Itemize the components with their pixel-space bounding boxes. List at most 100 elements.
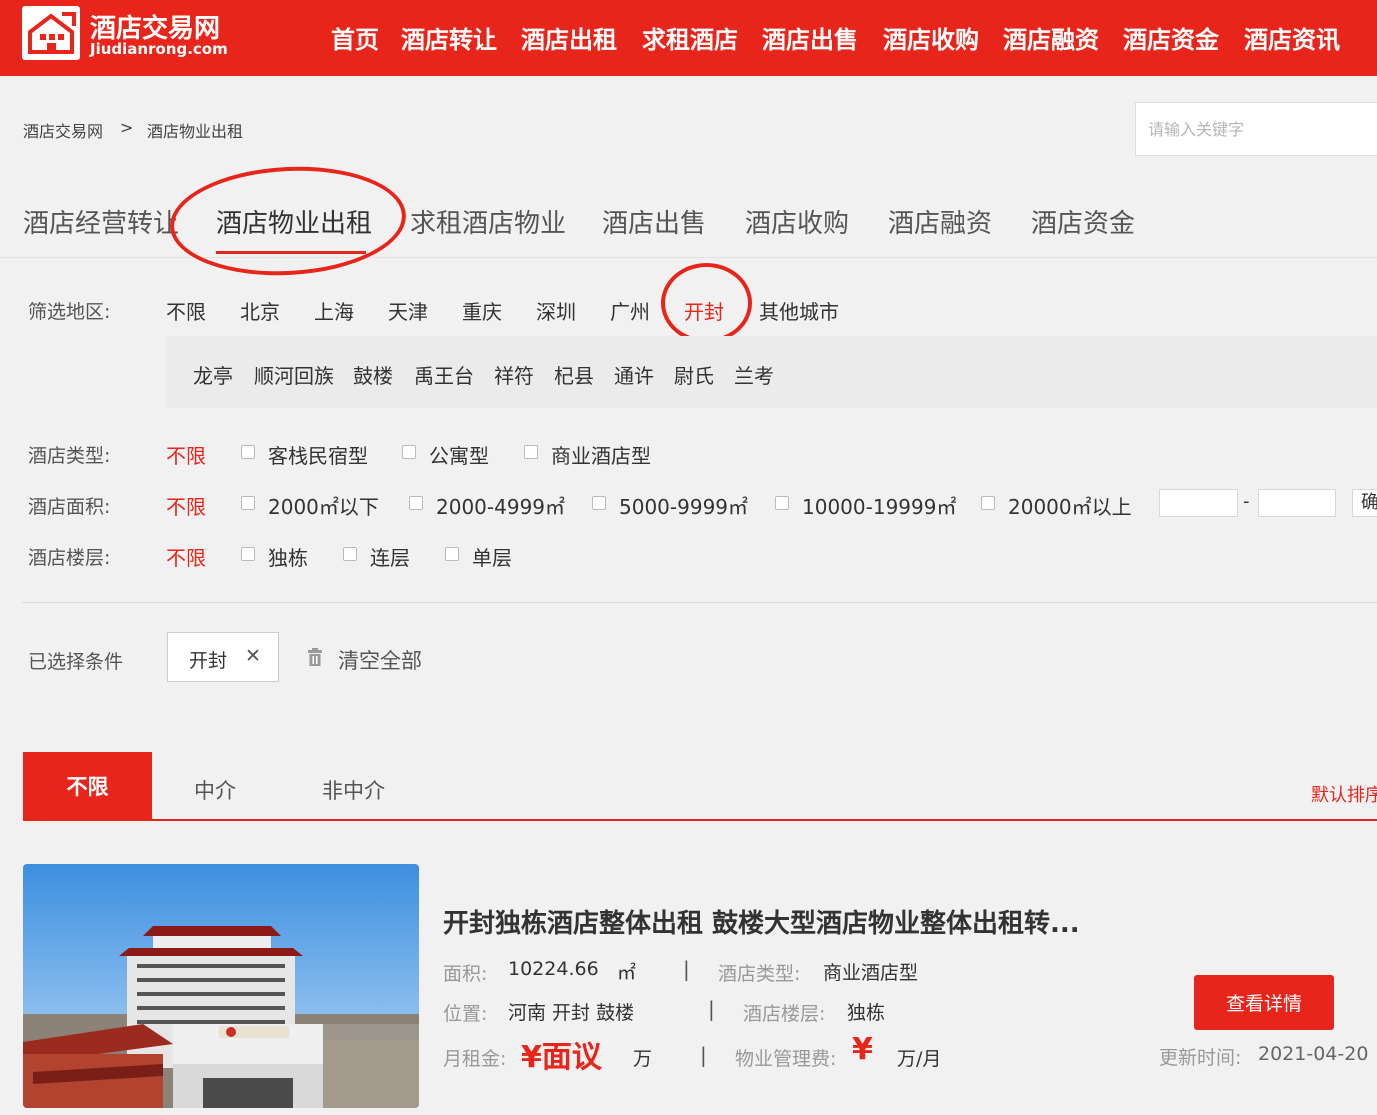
hotel-photo[interactable]	[23, 864, 419, 1108]
region-option-other[interactable]: 其他城市	[759, 296, 839, 325]
type-checkbox[interactable]	[524, 445, 538, 459]
nav-hotel-rent[interactable]: 酒店出租	[521, 20, 617, 55]
tab-seek-hotel-property[interactable]: 求租酒店物业	[410, 203, 566, 240]
nav-hotel-transfer[interactable]: 酒店转让	[401, 20, 497, 55]
area-checkbox[interactable]	[592, 496, 606, 510]
region-option-chongqing[interactable]: 重庆	[462, 296, 502, 325]
rent-label: 月租金:	[443, 1048, 507, 1070]
region-filter-label: 筛选地区:	[28, 301, 111, 323]
region-option-guangzhou[interactable]: 广州	[610, 296, 650, 325]
nav-financing[interactable]: 酒店融资	[1003, 20, 1099, 55]
tab-all[interactable]: 不限	[23, 752, 152, 820]
floor-checkbox[interactable]	[241, 547, 255, 561]
floor-option-any[interactable]: 不限	[166, 542, 206, 571]
area-label: 面积:	[443, 963, 488, 985]
area-confirm-button[interactable]: 确	[1352, 489, 1377, 517]
selected-tag[interactable]: 开封 ✕	[167, 632, 279, 682]
floor-label: 酒店楼层:	[743, 1003, 826, 1025]
tab-non-agency[interactable]: 非中介	[322, 775, 385, 805]
highlight-circle	[167, 160, 409, 282]
nav-news[interactable]: 酒店资讯	[1244, 20, 1340, 55]
rent-value: ¥面议	[521, 1040, 602, 1075]
floor-checkbox[interactable]	[445, 547, 459, 561]
type-option-label[interactable]: 商业酒店型	[551, 440, 651, 469]
logo-subtitle: Jiudianrong.com	[90, 40, 228, 58]
separator: |	[683, 957, 690, 981]
area-min-input[interactable]	[1159, 489, 1238, 517]
floor-checkbox[interactable]	[343, 547, 357, 561]
area-option-label[interactable]: 10000-19999㎡	[802, 491, 956, 520]
area-checkbox[interactable]	[775, 496, 789, 510]
result-tabs-underline	[23, 819, 1377, 821]
district-option[interactable]: 通许	[614, 360, 654, 389]
tab-hotel-funds[interactable]: 酒店资金	[1031, 203, 1135, 240]
breadcrumb-home[interactable]: 酒店交易网	[23, 118, 103, 142]
district-option[interactable]: 尉氏	[674, 360, 714, 389]
view-details-button[interactable]: 查看详情	[1194, 975, 1334, 1030]
district-option[interactable]: 鼓楼	[353, 360, 393, 389]
area-option-label[interactable]: 5000-9999㎡	[619, 491, 748, 520]
region-option-shenzhen[interactable]: 深圳	[536, 296, 576, 325]
area-max-input[interactable]	[1258, 489, 1336, 517]
tab-agency[interactable]: 中介	[194, 775, 236, 805]
area-option-label[interactable]: 2000㎡以下	[268, 491, 379, 520]
tab-hotel-operation-transfer[interactable]: 酒店经营转让	[23, 203, 179, 240]
district-option[interactable]: 龙亭	[193, 360, 233, 389]
district-option[interactable]: 祥符	[494, 360, 534, 389]
type-option-label[interactable]: 客栈民宿型	[268, 440, 368, 469]
floor-option-label[interactable]: 连层	[370, 542, 410, 571]
region-option-any[interactable]: 不限	[166, 296, 206, 325]
district-option[interactable]: 禹王台	[414, 360, 474, 389]
floor-value: 独栋	[847, 1002, 886, 1024]
area-option-label[interactable]: 2000-4999㎡	[436, 491, 565, 520]
separator: |	[708, 997, 715, 1021]
clear-all-button[interactable]: 清空全部	[338, 645, 422, 675]
selected-label: 已选择条件	[28, 651, 124, 673]
region-option-shanghai[interactable]: 上海	[314, 296, 354, 325]
selected-tag-label: 开封	[189, 650, 228, 672]
area-checkbox[interactable]	[241, 496, 255, 510]
area-range-dash: -	[1243, 491, 1250, 512]
highlight-circle	[661, 263, 752, 343]
property-fee-unit: 万/月	[897, 1048, 942, 1070]
floor-option-label[interactable]: 独栋	[268, 542, 308, 571]
nav-hotel-sale[interactable]: 酒店出售	[762, 20, 858, 55]
district-option[interactable]: 兰考	[734, 360, 774, 389]
type-checkbox[interactable]	[241, 445, 255, 459]
type-option-label[interactable]: 公寓型	[429, 440, 489, 469]
tab-hotel-acquisition[interactable]: 酒店收购	[745, 203, 849, 240]
hotel-type-label: 酒店类型:	[718, 963, 801, 985]
listing-title[interactable]: 开封独栋酒店整体出租 鼓楼大型酒店物业整体出租转...	[443, 903, 1080, 940]
property-fee-value: ¥	[852, 1032, 873, 1067]
nav-home[interactable]: 首页	[331, 20, 379, 55]
nav-acquisition[interactable]: 酒店收购	[883, 20, 979, 55]
sort-dropdown[interactable]: 默认排序	[1311, 781, 1377, 807]
tab-hotel-sale[interactable]: 酒店出售	[602, 203, 706, 240]
location-label: 位置:	[443, 1003, 488, 1025]
area-checkbox[interactable]	[981, 496, 995, 510]
logo-icon[interactable]	[22, 6, 80, 60]
region-option-tianjin[interactable]: 天津	[388, 296, 428, 325]
floor-filter-label: 酒店楼层:	[28, 547, 111, 569]
search-input[interactable]	[1135, 102, 1377, 156]
close-icon[interactable]: ✕	[245, 645, 261, 667]
district-option[interactable]: 杞县	[554, 360, 594, 389]
filter-divider	[22, 602, 1377, 603]
trash-icon[interactable]	[306, 648, 324, 672]
area-option-any[interactable]: 不限	[166, 491, 206, 520]
area-filter-label: 酒店面积:	[28, 496, 111, 518]
hotel-type-value: 商业酒店型	[823, 962, 919, 984]
region-option-beijing[interactable]: 北京	[240, 296, 280, 325]
nav-seek-rent[interactable]: 求租酒店	[642, 20, 738, 55]
type-checkbox[interactable]	[402, 445, 416, 459]
floor-option-label[interactable]: 单层	[472, 542, 512, 571]
district-option[interactable]: 顺河回族	[254, 360, 334, 389]
type-option-any[interactable]: 不限	[166, 440, 206, 469]
nav-funds[interactable]: 酒店资金	[1123, 20, 1219, 55]
area-option-label[interactable]: 20000㎡以上	[1008, 491, 1132, 520]
separator: |	[700, 1043, 707, 1067]
tab-hotel-financing[interactable]: 酒店融资	[888, 203, 992, 240]
area-checkbox[interactable]	[409, 496, 423, 510]
area-value: 10224.66	[508, 958, 599, 980]
updated-label: 更新时间:	[1159, 1047, 1242, 1069]
